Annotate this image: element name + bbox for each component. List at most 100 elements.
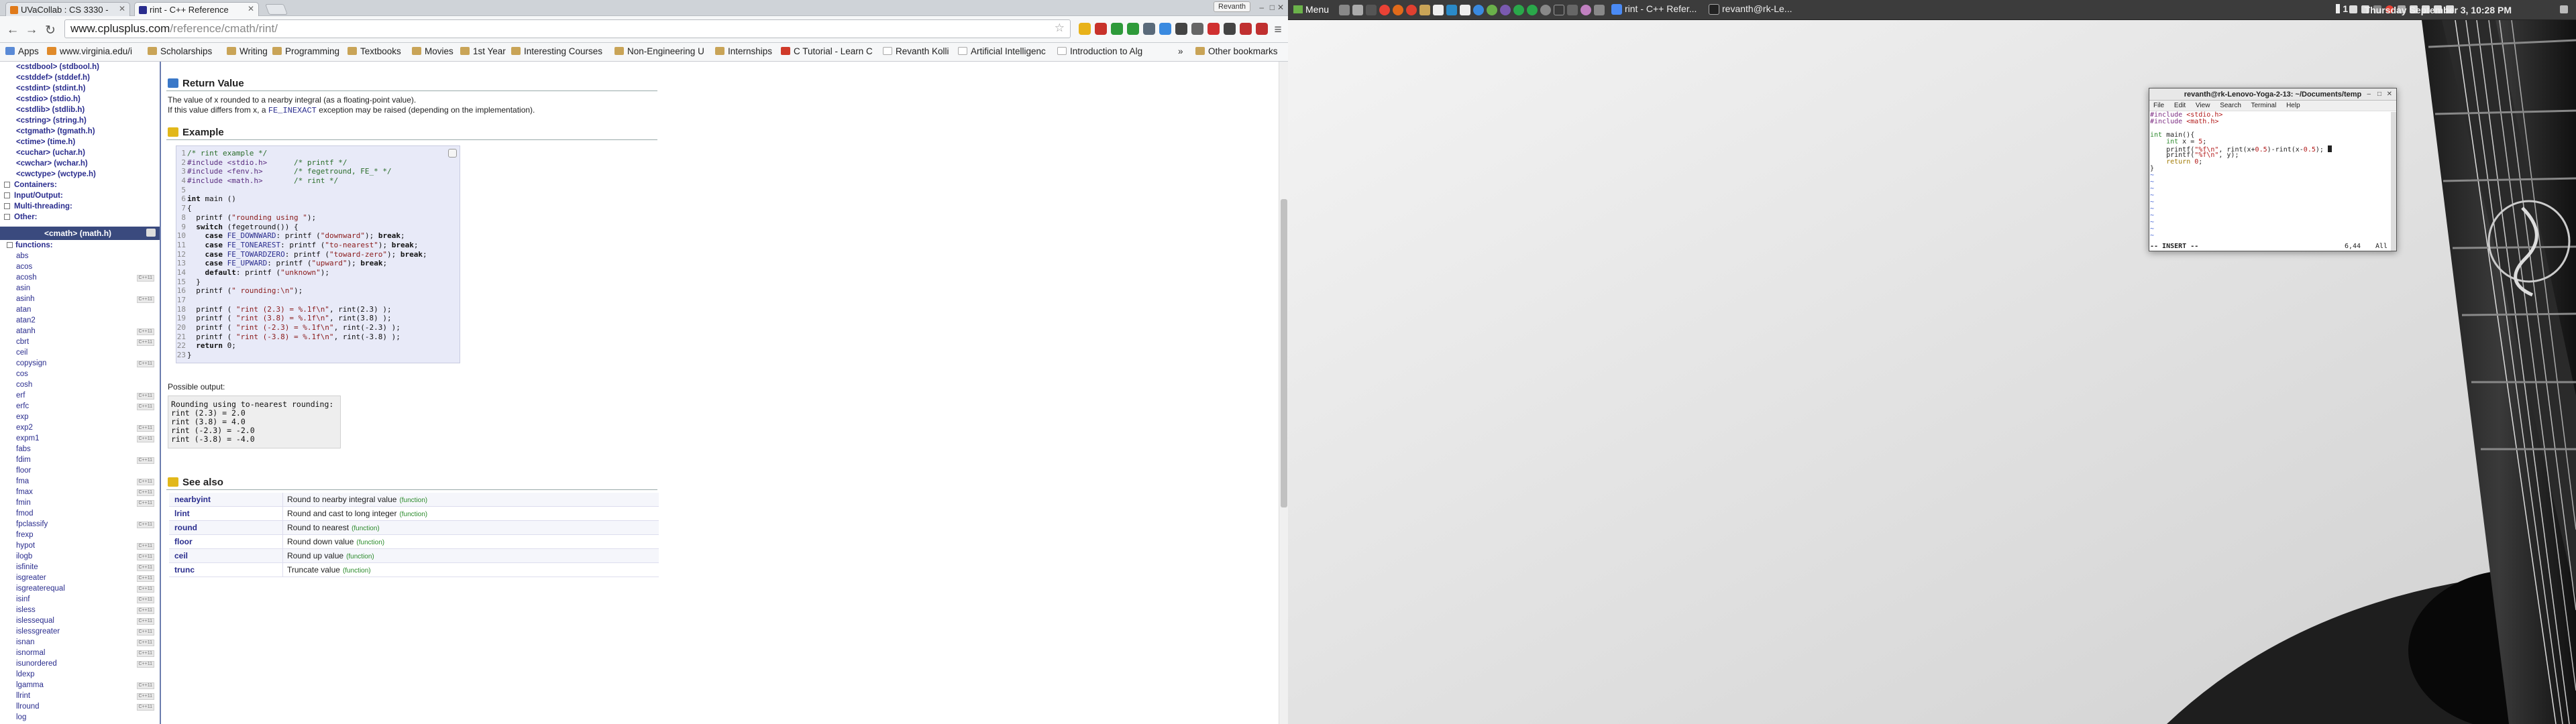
minimize-icon[interactable]: – bbox=[2367, 88, 2371, 101]
sidebar-function-link[interactable]: log bbox=[0, 712, 160, 723]
extension-icon[interactable] bbox=[1191, 23, 1203, 35]
menu-edit[interactable]: Edit bbox=[2174, 102, 2186, 109]
page-scrollbar[interactable] bbox=[1279, 62, 1288, 724]
tray-icon[interactable] bbox=[2349, 5, 2357, 13]
sidebar-header-link[interactable]: <cstdio> (stdio.h) bbox=[16, 94, 160, 105]
sidebar-header-link[interactable]: <ctgmath> (tgmath.h) bbox=[16, 126, 160, 137]
menu-view[interactable]: View bbox=[2196, 102, 2210, 109]
bookmark-folder[interactable]: Non-Engineering U bbox=[614, 46, 704, 56]
sidebar-header-link[interactable]: <cwctype> (wctype.h) bbox=[16, 169, 160, 180]
bookmark-folder[interactable]: Textbooks bbox=[347, 46, 401, 56]
extension-icon[interactable] bbox=[1159, 23, 1171, 35]
sidebar-section[interactable]: Input/Output: bbox=[0, 190, 160, 201]
bookmarks-overflow[interactable]: » bbox=[1178, 46, 1183, 56]
expand-box-icon[interactable] bbox=[4, 182, 10, 188]
menu-terminal[interactable]: Terminal bbox=[2251, 102, 2277, 109]
sidebar-function-link[interactable]: isgreaterequal C++11 bbox=[0, 583, 160, 594]
sidebar-function-link[interactable]: acosh C++11 bbox=[0, 272, 160, 283]
terminal-titlebar[interactable]: revanth@rk-Lenovo-Yoga-2-13: ~/Documents… bbox=[2149, 88, 2396, 101]
sidebar-function-link[interactable]: erf C++11 bbox=[0, 390, 160, 401]
extension-icon[interactable] bbox=[1143, 23, 1155, 35]
sidebar-function-link[interactable]: atanh C++11 bbox=[0, 326, 160, 337]
sidebar-function-link[interactable]: cosh bbox=[0, 379, 160, 390]
sidebar-section[interactable]: Other: bbox=[0, 212, 160, 223]
sidebar-function-link[interactable]: isfinite C++11 bbox=[0, 562, 160, 572]
sidebar-header-link[interactable]: <cuchar> (uchar.h) bbox=[16, 147, 160, 158]
see-also-link[interactable]: lrint bbox=[169, 506, 283, 520]
bookmark-folder[interactable]: Writing bbox=[227, 46, 268, 56]
tab-rint[interactable]: rint - C++ Reference ✕ bbox=[134, 2, 259, 16]
main-menu-button[interactable]: Menu bbox=[1293, 4, 1329, 15]
sidebar-function-link[interactable]: llround C++11 bbox=[0, 701, 160, 712]
sidebar-function-link[interactable]: fma C++11 bbox=[0, 476, 160, 487]
sidebar-function-link[interactable]: isnan C++11 bbox=[0, 637, 160, 648]
sidebar-function-link[interactable]: copysign C++11 bbox=[0, 358, 160, 369]
see-also-link[interactable]: ceil bbox=[169, 548, 283, 562]
launcher-icon[interactable] bbox=[1366, 5, 1377, 15]
sidebar-function-link[interactable]: ldexp bbox=[0, 669, 160, 680]
sidebar-function-link[interactable]: ceil bbox=[0, 347, 160, 358]
see-also-link[interactable]: nearbyint bbox=[169, 492, 283, 506]
extension-icon[interactable] bbox=[1175, 23, 1187, 35]
sidebar-function-link[interactable]: fmin C++11 bbox=[0, 497, 160, 508]
menu-help[interactable]: Help bbox=[2286, 102, 2300, 109]
bookmark-folder[interactable]: Interesting Courses bbox=[511, 46, 602, 56]
reload-icon[interactable]: ↻ bbox=[43, 23, 58, 38]
bookmark-star-icon[interactable]: ☆ bbox=[1055, 21, 1065, 35]
sidebar-function-link[interactable]: ilogb C++11 bbox=[0, 551, 160, 562]
tray-indicator[interactable]: 1 bbox=[2336, 3, 2348, 18]
see-also-link[interactable]: floor bbox=[169, 534, 283, 548]
other-bookmarks[interactable]: Other bookmarks bbox=[1195, 46, 1278, 56]
extension-icon[interactable] bbox=[1224, 23, 1236, 35]
clock[interactable]: Thursday September 3, 10:28 PM bbox=[2365, 5, 2512, 15]
firefox-icon[interactable] bbox=[1393, 5, 1403, 15]
address-bar[interactable]: www.cplusplus.com/reference/cmath/rint/ … bbox=[64, 19, 1071, 38]
launcher-icon[interactable] bbox=[1473, 5, 1484, 15]
launcher-icon[interactable] bbox=[1406, 5, 1417, 15]
bookmark-item[interactable]: Artificial Intelligenc bbox=[958, 46, 1046, 56]
sidebar-function-link[interactable]: cos bbox=[0, 369, 160, 379]
bookmark-folder[interactable]: Movies bbox=[412, 46, 453, 56]
bookmark-folder[interactable]: Programming bbox=[272, 46, 339, 56]
launcher-icon[interactable] bbox=[1527, 5, 1538, 15]
sidebar-function-link[interactable]: erfc C++11 bbox=[0, 401, 160, 412]
close-window-icon[interactable]: ✕ bbox=[1277, 3, 1284, 12]
sidebar-header-link[interactable]: <cstddef> (stddef.h) bbox=[16, 72, 160, 83]
sidebar-header-link[interactable]: <cstring> (string.h) bbox=[16, 115, 160, 126]
tab-uvacollab[interactable]: UVaCollab : CS 3330 - ✕ bbox=[5, 2, 130, 16]
bookmark-item[interactable]: Revanth Kolli bbox=[883, 46, 949, 56]
expand-box-icon[interactable] bbox=[4, 214, 10, 220]
sidebar-header-link[interactable]: <cstdlib> (stdlib.h) bbox=[16, 105, 160, 115]
sidebar-function-link[interactable]: expm1 C++11 bbox=[0, 433, 160, 444]
sidebar-function-link[interactable]: fmax C++11 bbox=[0, 487, 160, 497]
launcher-icon[interactable] bbox=[1594, 5, 1605, 15]
sidebar-function-link[interactable]: cbrt C++11 bbox=[0, 337, 160, 347]
forward-icon[interactable]: → bbox=[24, 23, 39, 38]
sidebar-function-link[interactable]: atan bbox=[0, 304, 160, 315]
launcher-icon[interactable] bbox=[1500, 5, 1511, 15]
sidebar-header-link[interactable]: <cstdint> (stdint.h) bbox=[16, 83, 160, 94]
launcher-icon[interactable] bbox=[1580, 5, 1591, 15]
sidebar-function-link[interactable]: asinh C++11 bbox=[0, 294, 160, 304]
menu-icon[interactable]: ≡ bbox=[1271, 23, 1285, 38]
sidebar-function-link[interactable]: fmod bbox=[0, 508, 160, 519]
launcher-icon[interactable] bbox=[1446, 5, 1457, 15]
expand-box-icon[interactable] bbox=[4, 203, 10, 209]
launcher-icon[interactable] bbox=[1567, 5, 1578, 15]
launcher-icon[interactable] bbox=[1339, 5, 1350, 15]
profile-button[interactable]: Revanth bbox=[1214, 1, 1250, 12]
sidebar-function-link[interactable]: hypot C++11 bbox=[0, 540, 160, 551]
menu-file[interactable]: File bbox=[2153, 102, 2164, 109]
sidebar-function-link[interactable]: atan2 bbox=[0, 315, 160, 326]
terminal-scrollbar[interactable] bbox=[2391, 112, 2396, 251]
sidebar-header-link[interactable]: <cwchar> (wchar.h) bbox=[16, 158, 160, 169]
launcher-icon[interactable] bbox=[1433, 5, 1444, 15]
sidebar-function-link[interactable]: isless C++11 bbox=[0, 605, 160, 615]
taskbar-item-browser[interactable]: rint - C++ Refer... bbox=[1610, 3, 1697, 18]
sidebar-function-link[interactable]: llrint C++11 bbox=[0, 690, 160, 701]
sidebar-function-link[interactable]: isunordered C++11 bbox=[0, 658, 160, 669]
menu-search[interactable]: Search bbox=[2220, 102, 2241, 109]
launcher-icon[interactable] bbox=[1487, 5, 1497, 15]
taskbar-item-terminal[interactable]: revanth@rk-Le... bbox=[1707, 3, 1792, 18]
sidebar-function-link[interactable]: islessequal C++11 bbox=[0, 615, 160, 626]
